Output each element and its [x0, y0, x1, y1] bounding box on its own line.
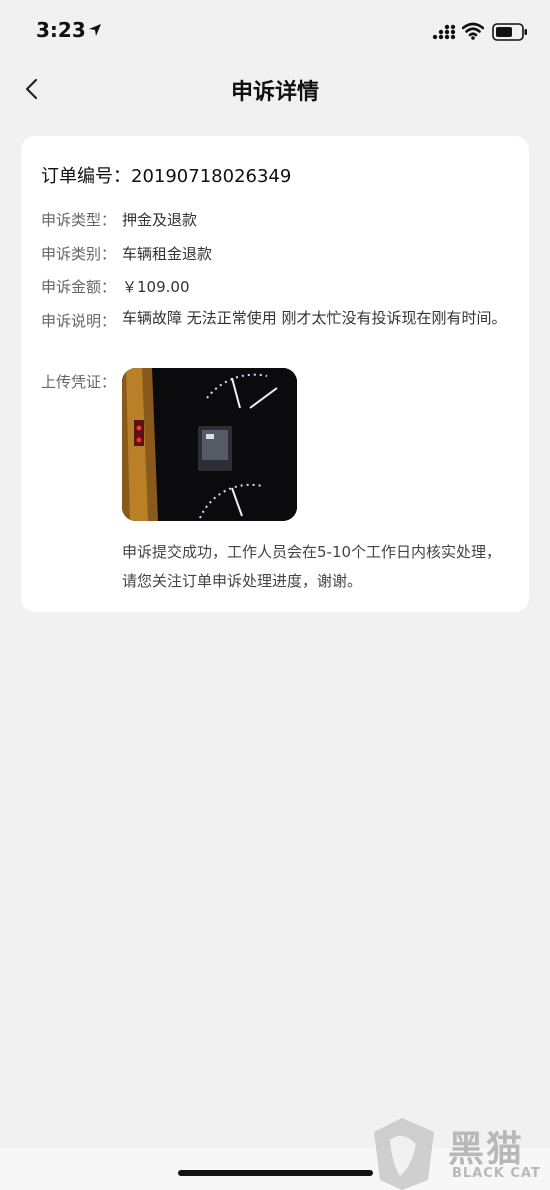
order-number-label: 订单编号： — [41, 166, 131, 187]
appeal-detail-card: 订单编号：20190718026349 申诉类型： 押金及退款 申诉类别： 车辆… — [21, 136, 529, 612]
appeal-category-value: 车辆租金退款 — [122, 245, 213, 263]
navigation-bar: 申诉详情 — [0, 64, 550, 114]
appeal-type-value: 押金及退款 — [122, 211, 198, 229]
page-title: 申诉详情 — [230, 80, 319, 105]
location-arrow-icon — [89, 24, 101, 36]
order-number-value: 20190718026349 — [131, 166, 292, 187]
evidence-label: 上传凭证： — [41, 373, 117, 391]
home-indicator[interactable] — [178, 1170, 373, 1176]
appeal-type-label: 申诉类型： — [41, 211, 117, 229]
battery-icon — [492, 23, 527, 41]
appeal-description-value: 车辆故障 无法正常使用 刚才太忙没有投诉现在刚有时间。 — [122, 309, 507, 327]
order-number-row: 订单编号：20190718026349 — [41, 162, 291, 188]
dashboard-photo-image — [122, 368, 297, 521]
submission-notice: 申诉提交成功，工作人员会在5-10个工作日内核实处理，请您关注订单申诉处理进度，… — [122, 543, 502, 590]
status-time: 3:23 — [36, 18, 86, 42]
watermark-title: 黑猫 — [448, 1129, 525, 1170]
wifi-icon — [462, 22, 484, 40]
appeal-category-label: 申诉类别： — [41, 245, 117, 263]
appeal-amount-value: ￥109.00 — [122, 278, 190, 296]
appeal-description-label: 申诉说明： — [41, 312, 117, 330]
cellular-signal-icon — [432, 24, 456, 40]
evidence-photo-thumbnail[interactable] — [122, 368, 297, 521]
appeal-amount-label: 申诉金额： — [41, 278, 117, 296]
watermark-subtitle: BLACK CAT — [452, 1166, 541, 1181]
status-bar: 3:23 — [0, 0, 550, 64]
